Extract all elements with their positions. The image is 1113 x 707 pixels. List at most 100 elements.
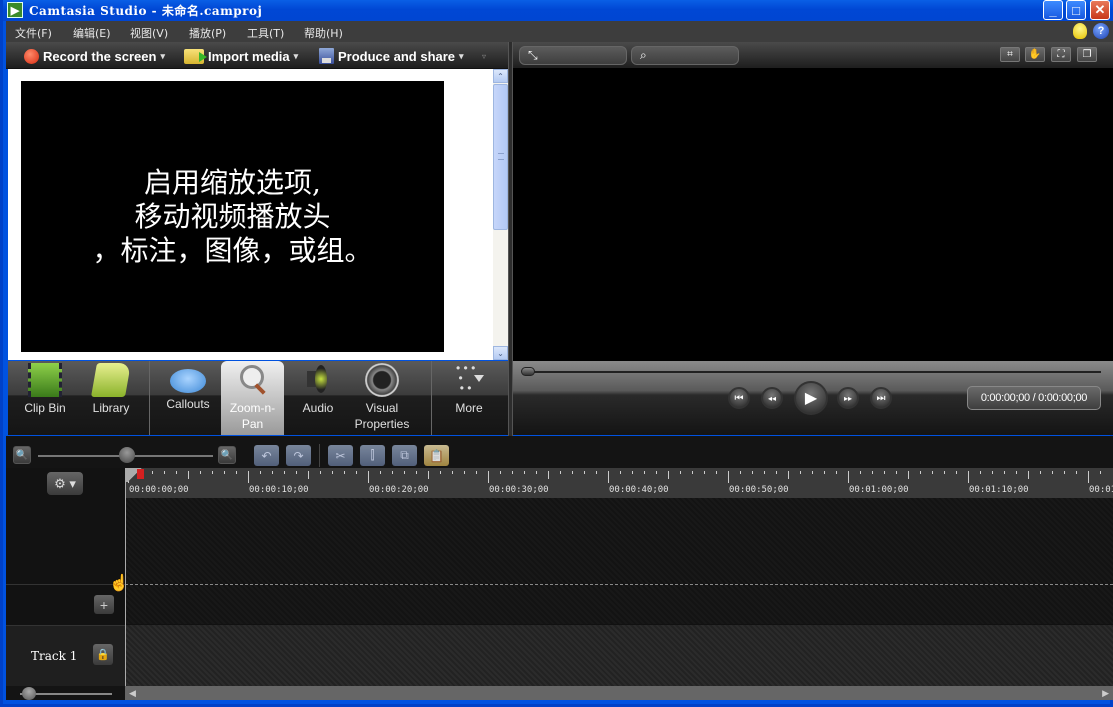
timeline-zoom-thumb[interactable] [119, 447, 135, 463]
menu-tools[interactable]: 工具(T) [247, 25, 284, 41]
ruler-minor-tick [380, 471, 381, 474]
task-tabs: Clip Bin Library Callouts Zoom-n- Pan Au… [8, 361, 508, 435]
ruler-minor-tick [428, 471, 429, 479]
ruler-minor-tick [668, 471, 669, 479]
tab-library[interactable]: Library [84, 361, 138, 435]
maximize-button[interactable]: □ [1066, 0, 1086, 20]
timeline-settings-gear-icon[interactable]: ⚙ ▾ [47, 472, 83, 495]
ruler-tick-label: 00:00:20;00 [369, 485, 429, 495]
ruler-minor-tick [308, 471, 309, 479]
help-icon[interactable]: ? [1093, 23, 1109, 39]
record-screen-button[interactable]: Record the screen ▾ [24, 46, 165, 66]
ruler-minor-tick [980, 471, 981, 474]
redo-button[interactable]: ↷ [286, 445, 311, 466]
next-clip-button[interactable]: ⏭ [870, 387, 892, 409]
ruler-minor-tick [392, 471, 393, 474]
ruler-major-tick [848, 471, 849, 483]
undo-button[interactable]: ↶ [254, 445, 279, 466]
timeline-horizontal-scrollbar[interactable]: ◀ ▶ [125, 686, 1113, 700]
seek-thumb[interactable] [521, 367, 535, 376]
toolbar-overflow-icon[interactable]: ▿ [482, 52, 486, 61]
previous-clip-button[interactable]: ⏮ [728, 387, 750, 409]
tab-visual-properties[interactable]: Visual Properties [348, 361, 416, 435]
menu-help[interactable]: 帮助(H) [304, 25, 343, 41]
menu-file[interactable]: 文件(F) [15, 25, 52, 41]
rewind-button[interactable]: ◂◂ [761, 387, 783, 409]
scroll-down-button[interactable]: ⌄ [493, 346, 508, 360]
minimize-button[interactable]: _ [1043, 0, 1063, 20]
window-title: Camtasia Studio - 未命名.camproj [29, 4, 263, 18]
fullscreen-button[interactable]: ⛶ [1051, 47, 1071, 62]
tab-label: Visual Properties [354, 401, 410, 431]
track-height-thumb[interactable] [22, 687, 36, 700]
ruler-minor-tick [836, 471, 837, 474]
playhead-marker[interactable] [137, 469, 144, 479]
ruler-minor-tick [704, 471, 705, 474]
cut-button[interactable]: ✂ [328, 445, 353, 466]
scroll-up-button[interactable]: ⌃ [493, 69, 508, 83]
more-dots-icon [452, 363, 486, 397]
tab-clip-bin[interactable]: Clip Bin [18, 361, 72, 435]
tab-audio[interactable]: Audio [292, 361, 344, 435]
paste-button[interactable]: 📋 [424, 445, 449, 466]
ruler-minor-tick [1076, 471, 1077, 474]
track-name[interactable]: Track 1 [31, 649, 77, 663]
detach-preview-button[interactable]: ❐ [1077, 47, 1097, 62]
crop-button[interactable]: ⌗ [1000, 47, 1020, 62]
ruler-major-tick [368, 471, 369, 483]
ruler-minor-tick [872, 471, 873, 474]
tips-lightbulb-icon[interactable] [1073, 23, 1087, 39]
menu-bar: 文件(F) 编辑(E) 视图(V) 播放(P) 工具(T) 帮助(H) ? [6, 21, 1113, 42]
ruler-minor-tick [188, 471, 189, 479]
ruler-minor-tick [992, 471, 993, 474]
ruler-minor-tick [296, 471, 297, 474]
produce-share-button[interactable]: Produce and share ▾ [319, 46, 464, 66]
zoom-out-icon[interactable]: 🔍 [13, 446, 31, 464]
play-button[interactable]: ▶ [794, 381, 828, 415]
split-button[interactable]: ⫿ [360, 445, 385, 466]
menu-edit[interactable]: 编辑(E) [73, 25, 111, 41]
ruler-minor-tick [200, 471, 201, 474]
ruler-tick-label: 00:01:10;00 [969, 485, 1029, 495]
ruler-minor-tick [1040, 471, 1041, 474]
track-1-lane[interactable] [125, 625, 1113, 686]
canvas-size-dropdown[interactable]: ⤡ [519, 46, 627, 65]
lock-track-icon[interactable]: 🔒 [93, 644, 113, 665]
zoom-dropdown[interactable]: ⌕ [631, 46, 739, 65]
seek-bar[interactable] [527, 371, 1101, 373]
ruler-minor-tick [896, 471, 897, 474]
timeline-ruler[interactable]: 00:00:00;00 00:00:10;00 00:00:20;00 00:00:3… [125, 468, 1113, 498]
drop-zone[interactable] [125, 498, 1113, 624]
ruler-minor-tick [944, 471, 945, 474]
copy-button[interactable]: ⧉ [392, 445, 417, 466]
tab-zoom-n-pan[interactable]: Zoom-n- Pan [221, 361, 284, 435]
scroll-thumb[interactable] [493, 84, 508, 230]
zoom-in-icon[interactable]: 🔍 [218, 446, 236, 464]
fit-canvas-icon: ⤡ [528, 48, 538, 62]
ruler-tick-label: 00:01 [1089, 485, 1113, 495]
timeline-toolbar: 🔍 🔍 ↶ ↷ ✂ ⫿ ⧉ 📋 [6, 442, 1113, 468]
close-button[interactable]: ✕ [1090, 0, 1110, 20]
timeline-tracks[interactable] [125, 498, 1113, 686]
tab-more[interactable]: More [442, 361, 496, 435]
menu-view[interactable]: 视图(V) [130, 25, 168, 41]
ruler-tick-label: 00:00:30;00 [489, 485, 549, 495]
scroll-right-icon[interactable]: ▶ [1102, 688, 1109, 699]
pan-hand-button[interactable]: ✋ [1025, 47, 1045, 62]
ruler-tick-label: 00:00:10;00 [249, 485, 309, 495]
ruler-minor-tick [1052, 471, 1053, 474]
import-media-button[interactable]: Import media ▾ [184, 46, 298, 66]
ruler-minor-tick [536, 471, 537, 474]
ruler-minor-tick [860, 471, 861, 474]
fast-forward-button[interactable]: ▸▸ [837, 387, 859, 409]
vertical-scrollbar[interactable]: ⌃ ⌄ [493, 69, 508, 360]
scroll-left-icon[interactable]: ◀ [129, 688, 136, 699]
add-track-button[interactable]: + [94, 595, 114, 614]
tab-callouts[interactable]: Callouts [158, 361, 218, 435]
ruler-tick-label: 00:00:00;00 [129, 485, 189, 495]
ruler-minor-tick [1028, 471, 1029, 479]
ruler-minor-tick [512, 471, 513, 474]
track-height-slider[interactable] [6, 686, 125, 700]
menu-play[interactable]: 播放(P) [189, 25, 226, 41]
ruler-minor-tick [164, 471, 165, 474]
